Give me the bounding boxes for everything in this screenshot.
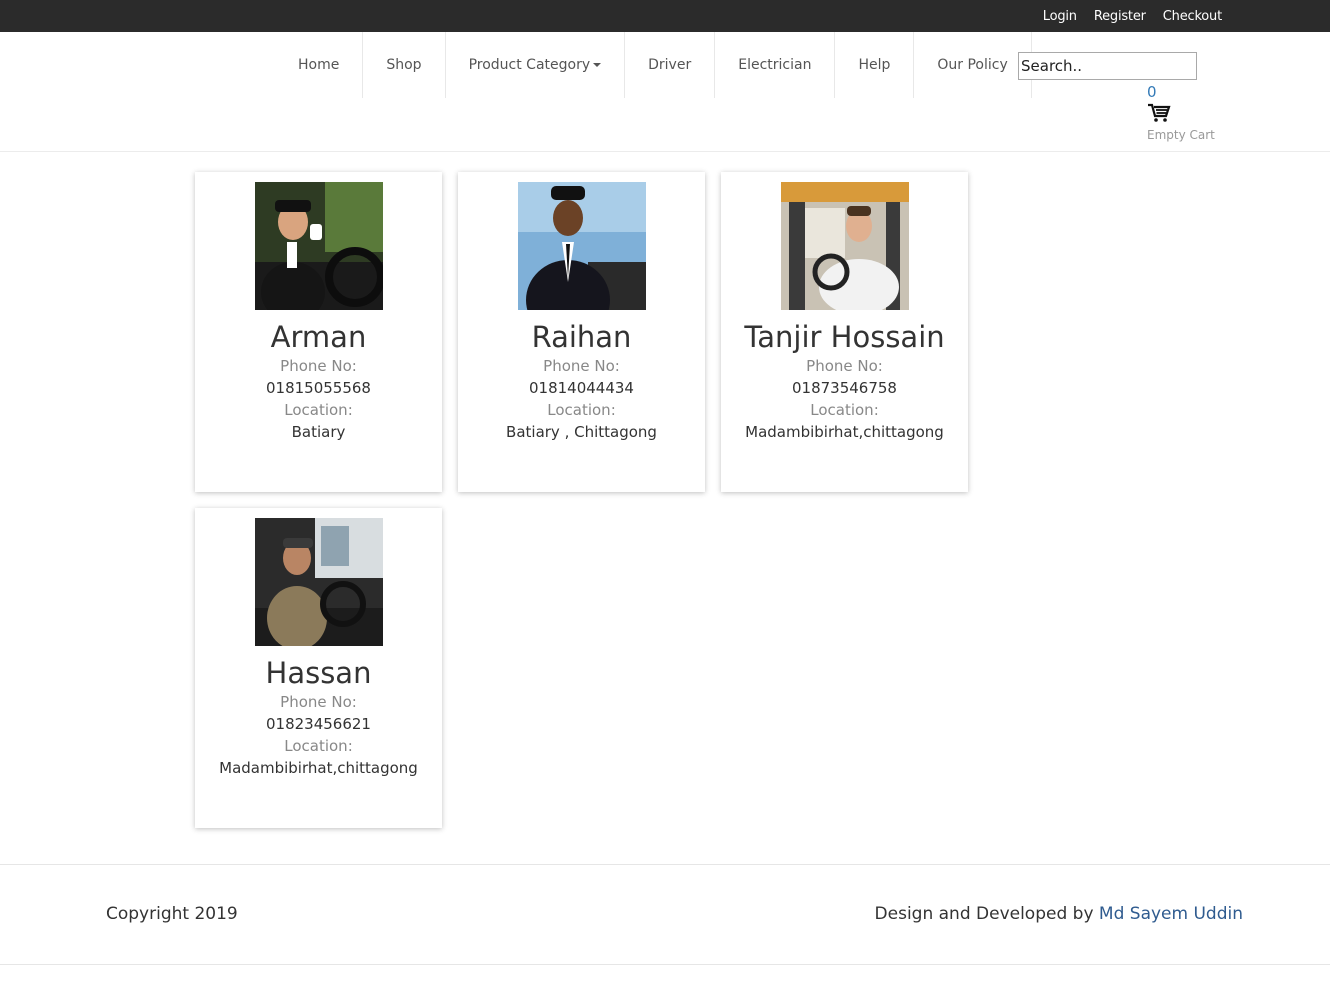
register-link[interactable]: Register bbox=[1094, 9, 1146, 24]
nav-item-our-policy[interactable]: Our Policy bbox=[914, 32, 1032, 98]
caret-down-icon bbox=[593, 63, 602, 67]
phone-label: Phone No: bbox=[280, 693, 357, 711]
nav-item-shop[interactable]: Shop bbox=[363, 32, 446, 98]
driver-photo bbox=[254, 182, 383, 310]
cart-count: 0 bbox=[1147, 83, 1157, 101]
driver-card: Hassan Phone No: 01823456621 Location: M… bbox=[195, 508, 442, 828]
driver-name: Arman bbox=[270, 320, 367, 354]
location-value: Madambibirhat,chittagong bbox=[745, 423, 944, 441]
account-links: Login Register Checkout bbox=[1043, 9, 1222, 24]
footer: Copyright 2019 Design and Developed by M… bbox=[0, 864, 1330, 965]
nav-item-label: Our Policy bbox=[937, 57, 1008, 73]
nav-item-label: Driver bbox=[648, 57, 692, 73]
nav-item-product-category[interactable]: Product Category bbox=[446, 32, 626, 98]
location-label: Location: bbox=[284, 401, 353, 419]
developer-credit: Design and Developed by Md Sayem Uddin bbox=[875, 904, 1243, 924]
nav-item-electrician[interactable]: Electrician bbox=[715, 32, 836, 98]
checkout-link[interactable]: Checkout bbox=[1163, 9, 1222, 24]
cart-widget[interactable]: 0 Empty Cart bbox=[1147, 83, 1215, 142]
phone-value: 01814044434 bbox=[529, 379, 634, 397]
copyright-text: Copyright 2019 bbox=[106, 904, 238, 924]
phone-value: 01873546758 bbox=[792, 379, 897, 397]
phone-label: Phone No: bbox=[280, 357, 357, 375]
driver-photo bbox=[254, 518, 383, 646]
nav-item-home[interactable]: Home bbox=[275, 32, 364, 98]
main-nav: Home Shop Product Category Driver Electr… bbox=[275, 32, 1032, 98]
nav-item-label: Help bbox=[858, 57, 891, 73]
location-value: Batiary bbox=[291, 423, 346, 441]
location-label: Location: bbox=[810, 401, 879, 419]
shopping-cart-icon[interactable] bbox=[1147, 103, 1171, 123]
driver-photo bbox=[517, 182, 646, 310]
login-link[interactable]: Login bbox=[1043, 9, 1077, 24]
phone-value: 01823456621 bbox=[266, 715, 371, 733]
nav-item-driver[interactable]: Driver bbox=[625, 32, 716, 98]
nav-item-help[interactable]: Help bbox=[835, 32, 915, 98]
location-value: Madambibirhat,chittagong bbox=[219, 759, 418, 777]
top-bar: Login Register Checkout bbox=[0, 0, 1330, 32]
driver-card: Tanjir Hossain Phone No: 01873546758 Loc… bbox=[721, 172, 968, 492]
developer-link[interactable]: Md Sayem Uddin bbox=[1099, 904, 1243, 924]
nav-item-label: Shop bbox=[386, 57, 422, 73]
search-input[interactable] bbox=[1018, 52, 1197, 80]
driver-photo bbox=[780, 182, 909, 310]
location-value: Batiary , Chittagong bbox=[506, 423, 657, 441]
driver-name: Raihan bbox=[531, 320, 632, 354]
main-header: Home Shop Product Category Driver Electr… bbox=[0, 32, 1330, 152]
nav-item-label: Product Category bbox=[468, 57, 591, 73]
cart-status: Empty Cart bbox=[1147, 128, 1215, 142]
location-label: Location: bbox=[547, 401, 616, 419]
nav-item-label: Home bbox=[298, 57, 340, 73]
driver-name: Tanjir Hossain bbox=[744, 320, 945, 354]
driver-card: Raihan Phone No: 01814044434 Location: B… bbox=[458, 172, 705, 492]
location-label: Location: bbox=[284, 737, 353, 755]
driver-card: Arman Phone No: 01815055568 Location: Ba… bbox=[195, 172, 442, 492]
phone-value: 01815055568 bbox=[266, 379, 371, 397]
driver-name: Hassan bbox=[265, 656, 372, 690]
nav-item-label: Electrician bbox=[738, 57, 812, 73]
credit-prefix: Design and Developed by bbox=[874, 904, 1099, 924]
phone-label: Phone No: bbox=[806, 357, 883, 375]
phone-label: Phone No: bbox=[543, 357, 620, 375]
